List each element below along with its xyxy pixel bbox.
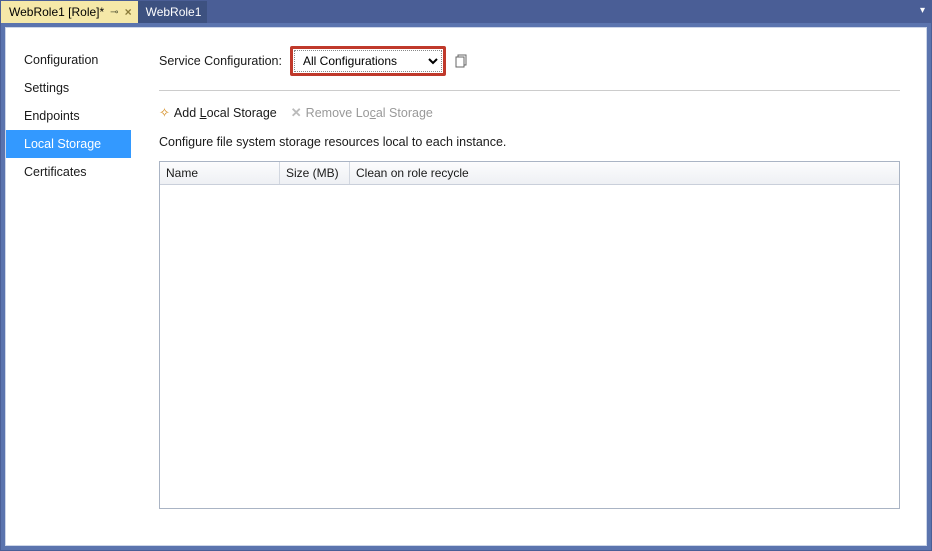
- sidebar-item-settings[interactable]: Settings: [6, 74, 131, 102]
- column-header-clean[interactable]: Clean on role recycle: [350, 162, 899, 184]
- service-config-highlight: All Configurations: [290, 46, 446, 76]
- tab-webrole[interactable]: WebRole1: [138, 1, 208, 23]
- content-frame: Configuration Settings Endpoints Local S…: [1, 23, 931, 550]
- manage-configs-icon[interactable]: [454, 53, 470, 69]
- tab-label: WebRole1: [146, 5, 202, 19]
- close-icon[interactable]: ×: [125, 5, 132, 19]
- sidebar-item-configuration[interactable]: Configuration: [6, 46, 131, 74]
- add-local-storage-button[interactable]: ✧ Add Local Storage: [159, 105, 277, 121]
- tab-overflow-icon[interactable]: ▾: [920, 5, 925, 16]
- sidebar-item-endpoints[interactable]: Endpoints: [6, 102, 131, 130]
- add-label: Add Local Storage: [174, 106, 277, 120]
- copy-icon: [455, 54, 469, 68]
- sidebar-item-local-storage[interactable]: Local Storage: [6, 130, 131, 158]
- description: Configure file system storage resources …: [159, 135, 900, 149]
- remove-local-storage-button: ✕ Remove Local Storage: [291, 105, 433, 121]
- spacer: [159, 509, 900, 527]
- main-panel: Service Configuration: All Configuration…: [131, 28, 926, 545]
- local-storage-grid[interactable]: Name Size (MB) Clean on role recycle: [159, 161, 900, 509]
- column-header-name[interactable]: Name: [160, 162, 280, 184]
- service-config-select[interactable]: All Configurations: [294, 50, 442, 72]
- service-config-row: Service Configuration: All Configuration…: [159, 46, 900, 76]
- delete-icon: ✕: [291, 105, 302, 121]
- divider: [159, 90, 900, 91]
- remove-label: Remove Local Storage: [306, 106, 433, 120]
- grid-header: Name Size (MB) Clean on role recycle: [160, 162, 899, 185]
- sidebar-item-certificates[interactable]: Certificates: [6, 158, 131, 186]
- window: WebRole1 [Role]* ⊸ × WebRole1 ▾ Configur…: [0, 0, 932, 551]
- tab-label: WebRole1 [Role]*: [9, 5, 104, 19]
- document-tab-bar: WebRole1 [Role]* ⊸ × WebRole1 ▾: [1, 1, 931, 23]
- tab-webrole-role[interactable]: WebRole1 [Role]* ⊸ ×: [1, 1, 138, 23]
- grid-body: [160, 185, 899, 508]
- sidebar: Configuration Settings Endpoints Local S…: [6, 28, 131, 545]
- column-header-size[interactable]: Size (MB): [280, 162, 350, 184]
- toolbar: ✧ Add Local Storage ✕ Remove Local Stora…: [159, 105, 900, 121]
- content: Configuration Settings Endpoints Local S…: [5, 27, 927, 546]
- service-config-label: Service Configuration:: [159, 54, 282, 68]
- add-icon: ✧: [159, 105, 170, 121]
- pin-icon[interactable]: ⊸: [110, 7, 118, 18]
